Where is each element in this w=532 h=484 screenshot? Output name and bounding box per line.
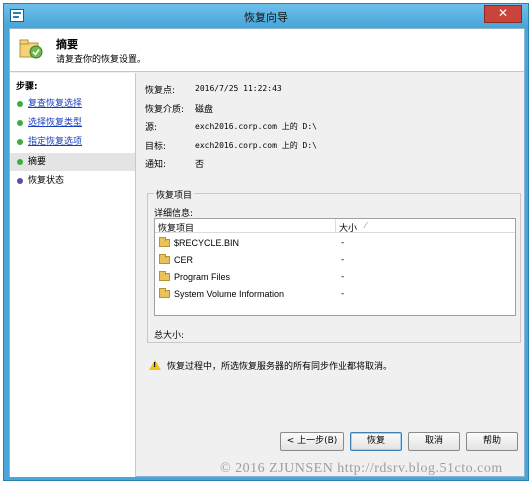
step-specify-options[interactable]: 指定恢复选项 — [10, 133, 135, 151]
table-row[interactable]: CER - — [155, 252, 515, 269]
folder-icon — [159, 271, 170, 281]
table-row[interactable]: Program Files - — [155, 269, 515, 286]
steps-heading: 步骤: — [16, 82, 38, 92]
warning-text: 恢复过程中，所选恢复服务器的所有同步作业都将取消。 — [167, 362, 393, 372]
step-summary: 摘要 — [10, 153, 135, 171]
warning-icon — [149, 360, 161, 370]
summary-folder-icon — [19, 39, 43, 59]
help-button[interactable]: 帮助 — [466, 432, 518, 451]
step-complete-icon — [17, 101, 23, 107]
recovery-items-group: 恢复项目 详细信息: 恢复项目 大小 ⁄ $RECYCLE.BIN - CER … — [147, 188, 521, 343]
field-value-source: exch2016.corp.com 上的 D:\ — [195, 122, 317, 131]
step-current-icon — [17, 159, 23, 165]
wizard-header: 摘要 请复查你的恢复设置。 — [10, 29, 524, 72]
steps-panel: 步骤: 复查恢复选择 选择恢复类型 指定恢复选项 摘要 恢复状态 — [10, 73, 136, 477]
column-divider[interactable] — [335, 219, 336, 233]
total-size-label: 总大小: — [154, 331, 185, 341]
step-label: 指定恢复选项 — [28, 137, 83, 147]
field-value-target: exch2016.corp.com 上的 D:\ — [195, 141, 317, 150]
summary-main: 恢复点: 2016/7/25 11:22:43 恢复介质: 磁盘 源: exch… — [137, 73, 524, 477]
watermark: © 2016 ZJUNSEN http://rdsrv.blog.51cto.c… — [220, 461, 503, 476]
item-size: - — [341, 289, 345, 299]
step-label: 复查恢复选择 — [28, 99, 83, 109]
step-review-selection[interactable]: 复查恢复选择 — [10, 95, 135, 113]
field-label-target: 目标: — [145, 142, 167, 152]
step-label: 选择恢复类型 — [28, 118, 83, 128]
step-pending-icon — [17, 178, 23, 184]
item-name: Program Files — [174, 272, 231, 282]
step-complete-icon — [17, 120, 23, 126]
column-header-size[interactable]: 大小 — [339, 221, 357, 234]
item-name: $RECYCLE.BIN — [174, 238, 240, 248]
field-label-media: 恢复介质: — [145, 105, 185, 115]
recovery-items-table: 恢复项目 大小 ⁄ $RECYCLE.BIN - CER - Program F… — [154, 218, 516, 316]
wizard-client-area: 摘要 请复查你的恢复设置。 步骤: 复查恢复选择 选择恢复类型 指定恢复选项 摘… — [9, 28, 525, 477]
step-select-recovery-type[interactable]: 选择恢复类型 — [10, 114, 135, 132]
step-label: 恢复状态 — [28, 176, 65, 186]
field-value-recovery-point: 2016/7/25 11:22:43 — [195, 84, 282, 93]
step-complete-icon — [17, 139, 23, 145]
close-button[interactable]: ✕ — [484, 5, 522, 23]
table-row[interactable]: $RECYCLE.BIN - — [155, 235, 515, 252]
field-label-notify: 通知: — [145, 160, 167, 170]
recovery-wizard-window: 恢复向导 ✕ 摘要 请复查你的恢复设置。 步骤: 复查恢复选择 选择恢复类型 指… — [3, 3, 529, 481]
cancel-button[interactable]: 取消 — [408, 432, 460, 451]
column-header-item[interactable]: 恢复项目 — [158, 221, 194, 234]
item-size: - — [341, 238, 345, 248]
window-title: 恢复向导 — [244, 11, 288, 24]
group-title: 恢复项目 — [154, 188, 195, 201]
item-name: CER — [174, 255, 194, 265]
field-value-media: 磁盘 — [195, 105, 214, 115]
recover-button[interactable]: 恢复 — [350, 432, 402, 451]
title-bar[interactable]: 恢复向导 ✕ — [4, 4, 528, 28]
folder-icon — [159, 288, 170, 298]
folder-icon — [159, 254, 170, 264]
table-row[interactable]: System Volume Information - — [155, 286, 515, 303]
field-label-source: 源: — [145, 123, 158, 133]
item-name: System Volume Information — [174, 289, 285, 299]
field-label-recovery-point: 恢复点: — [145, 86, 176, 96]
step-label: 摘要 — [28, 157, 47, 167]
item-size: - — [341, 255, 345, 265]
sort-icon: ⁄ — [365, 221, 367, 230]
warning-message: 恢复过程中，所选恢复服务器的所有同步作业都将取消。 — [147, 356, 521, 374]
table-header: 恢复项目 大小 ⁄ — [155, 219, 515, 234]
folder-icon — [159, 237, 170, 247]
page-subtitle: 请复查你的恢复设置。 — [56, 55, 147, 65]
step-recovery-status: 恢复状态 — [10, 172, 135, 190]
field-value-notify: 否 — [195, 160, 205, 170]
page-title: 摘要 — [56, 38, 78, 51]
back-button[interactable]: < 上一步(B) — [280, 432, 344, 451]
item-size: - — [341, 272, 345, 282]
